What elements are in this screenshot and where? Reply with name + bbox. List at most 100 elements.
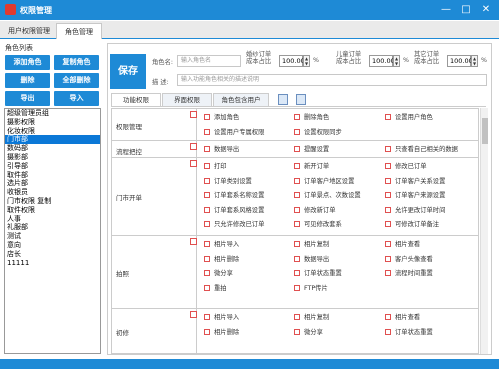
tab-user-permissions[interactable]: 用户权限管理 — [2, 23, 56, 39]
permission-checkbox[interactable] — [294, 177, 300, 184]
permission-checkbox[interactable] — [204, 221, 210, 227]
permission-item[interactable]: 相片删除 — [204, 327, 239, 336]
role-list-item[interactable]: 选片部 — [5, 179, 100, 188]
permission-item[interactable]: FTP传片 — [294, 283, 328, 292]
description-input[interactable]: 输入功能角色相关的描述说明 — [177, 74, 487, 86]
permission-item[interactable]: 微分享 — [204, 268, 233, 277]
permission-checkbox[interactable] — [294, 128, 300, 135]
section-checkbox[interactable] — [190, 111, 197, 118]
role-list[interactable]: 超级管理员组 摄影权限 化妆权限 门市部 数码部 摄影部 引导部 取件部 选片部 收银员 门市权限 … — [4, 108, 101, 354]
permission-item[interactable]: 添加角色 — [204, 112, 239, 121]
permission-item[interactable]: 相片查看 — [385, 312, 420, 321]
role-list-item[interactable]: 摄影权限 — [5, 118, 100, 127]
child-ratio-spinner[interactable]: ▲ ▼ — [393, 55, 400, 67]
permission-item[interactable]: 可修改订单备注 — [385, 219, 439, 228]
permission-item[interactable]: 修改已订单 — [385, 161, 426, 170]
permission-checkbox[interactable] — [385, 114, 391, 120]
scrollbar-thumb[interactable] — [482, 118, 488, 144]
permission-checkbox[interactable] — [294, 241, 300, 247]
role-name-input[interactable]: 输入角色名 — [177, 55, 241, 67]
permission-checkbox[interactable] — [204, 270, 210, 276]
wedding-ratio-input[interactable]: 100.00 — [279, 55, 305, 67]
permission-checkbox[interactable] — [204, 206, 210, 213]
permission-item[interactable]: 设置用户专属权限 — [204, 127, 264, 136]
permission-item[interactable]: 提醒设置 — [294, 144, 329, 153]
permission-item[interactable]: 订单状态重置 — [385, 327, 433, 336]
section-checkbox[interactable] — [190, 160, 197, 167]
role-list-item[interactable]: 数码部 — [5, 144, 100, 153]
role-list-item[interactable]: 摄影部 — [5, 153, 100, 162]
role-list-item[interactable]: 门市部 — [5, 135, 100, 145]
other-ratio-spinner[interactable]: ▲ ▼ — [471, 55, 478, 67]
tab-role-users[interactable]: 角色包含用户 — [213, 93, 269, 106]
permission-item[interactable]: 相片导入 — [204, 239, 239, 248]
tab-function-permissions[interactable]: 功能权限 — [111, 93, 161, 106]
tab-interface-permissions[interactable]: 界面权限 — [162, 93, 212, 106]
clear-all-icon[interactable] — [296, 94, 306, 105]
close-button[interactable]: ✕ — [478, 2, 494, 17]
section-checkbox[interactable] — [190, 238, 197, 245]
permission-checkbox[interactable] — [204, 114, 210, 120]
permission-item[interactable]: 订单类别设置 — [204, 176, 252, 185]
minimize-button[interactable]: — — [438, 2, 454, 17]
permission-item[interactable]: 删除角色 — [294, 112, 329, 121]
role-list-item[interactable]: 收银员 — [5, 188, 100, 197]
permission-checkbox[interactable] — [385, 328, 391, 335]
permission-checkbox[interactable] — [294, 192, 300, 198]
permission-item[interactable]: 只允许修改已订单 — [204, 219, 264, 228]
role-list-item[interactable]: 意向 — [5, 241, 100, 250]
permission-checkbox[interactable] — [385, 241, 391, 247]
permission-item[interactable]: 修改新订单 — [294, 205, 335, 214]
permission-item[interactable]: 相片查看 — [385, 239, 420, 248]
permission-item[interactable]: 订单景点、次数设置 — [294, 190, 361, 199]
vertical-scrollbar[interactable] — [480, 108, 488, 354]
permission-item[interactable]: 微分享 — [294, 327, 323, 336]
permission-checkbox[interactable] — [204, 284, 210, 291]
permission-checkbox[interactable] — [294, 270, 300, 276]
permission-item[interactable]: 重拍 — [204, 283, 227, 292]
permission-checkbox[interactable] — [294, 255, 300, 262]
role-list-item[interactable]: 超级管理员组 — [5, 109, 100, 118]
role-list-item[interactable]: 门市权限 复制 — [5, 197, 100, 206]
section-checkbox[interactable] — [190, 311, 197, 318]
permission-item[interactable]: 订单客户地区设置 — [294, 176, 354, 185]
permission-checkbox[interactable] — [294, 314, 300, 320]
permission-item[interactable]: 允许更改订单时间 — [385, 205, 445, 214]
permission-checkbox[interactable] — [294, 206, 300, 213]
permission-checkbox[interactable] — [294, 146, 300, 152]
permission-checkbox[interactable] — [385, 314, 391, 320]
permission-checkbox[interactable] — [204, 128, 210, 135]
permission-checkbox[interactable] — [385, 221, 391, 227]
permission-checkbox[interactable] — [204, 192, 210, 198]
permission-checkbox[interactable] — [385, 255, 391, 262]
permission-checkbox[interactable] — [385, 163, 391, 169]
child-ratio-input[interactable]: 100.00 — [369, 55, 395, 67]
permission-item[interactable]: 订单客户关系设置 — [385, 176, 445, 185]
permission-checkbox[interactable] — [204, 328, 210, 335]
add-role-button[interactable]: 添加角色 — [5, 55, 50, 70]
delete-button[interactable]: 删除 — [5, 73, 50, 88]
permission-item[interactable]: 数据导出 — [294, 254, 329, 263]
permission-item[interactable]: 客户头像查看 — [385, 254, 433, 263]
permission-checkbox[interactable] — [294, 221, 300, 227]
permission-checkbox[interactable] — [385, 270, 391, 276]
permission-item[interactable]: 可见修改套系 — [294, 219, 342, 228]
delete-all-button[interactable]: 全部删除 — [54, 73, 99, 88]
role-list-item[interactable]: 店长 — [5, 250, 100, 259]
permission-checkbox[interactable] — [204, 255, 210, 262]
permission-checkbox[interactable] — [294, 284, 300, 291]
permission-item[interactable]: 相片复制 — [294, 312, 329, 321]
permission-checkbox[interactable] — [294, 328, 300, 335]
permission-checkbox[interactable] — [204, 177, 210, 184]
permission-item[interactable]: 相片复制 — [294, 239, 329, 248]
role-list-item[interactable]: 测试 — [5, 232, 100, 241]
save-button[interactable]: 保存 — [110, 54, 146, 89]
permission-item[interactable]: 数据导出 — [204, 144, 239, 153]
select-all-icon[interactable] — [278, 94, 288, 105]
permission-checkbox[interactable] — [385, 177, 391, 184]
permission-item[interactable]: 订单套系名称设置 — [204, 190, 264, 199]
permission-item[interactable]: 新开订单 — [294, 161, 329, 170]
permission-item[interactable]: 设置权限同步 — [294, 127, 342, 136]
permission-checkbox[interactable] — [204, 314, 210, 320]
copy-role-button[interactable]: 复制角色 — [54, 55, 99, 70]
